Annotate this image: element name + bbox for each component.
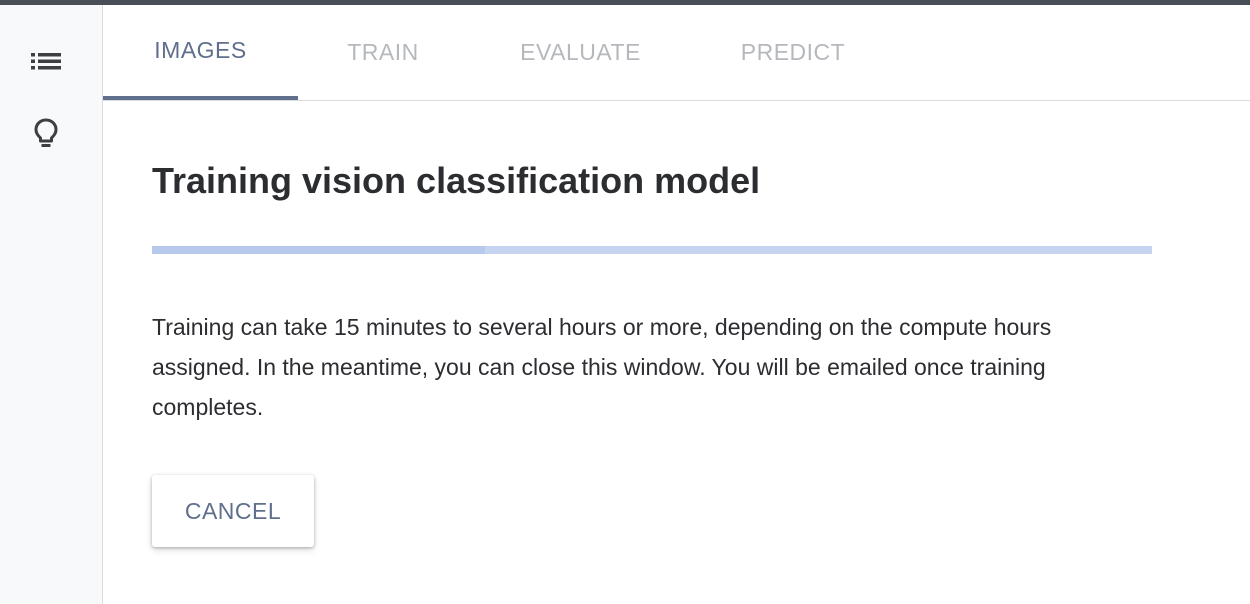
progress-indicator: [152, 246, 485, 254]
list-icon[interactable]: [24, 39, 68, 83]
tab-predict[interactable]: PREDICT: [713, 5, 873, 100]
sidebar: [0, 5, 103, 604]
tab-train[interactable]: TRAIN: [308, 5, 458, 100]
lightbulb-icon[interactable]: [24, 112, 68, 156]
main-panel: IMAGES TRAIN EVALUATE PREDICT Training v…: [103, 5, 1250, 604]
tab-bar: IMAGES TRAIN EVALUATE PREDICT: [103, 5, 1250, 101]
tab-evaluate[interactable]: EVALUATE: [488, 5, 673, 100]
training-progress-bar: [152, 246, 1152, 254]
page-title: Training vision classification model: [152, 160, 761, 201]
tab-images[interactable]: IMAGES: [103, 5, 298, 100]
training-description: Training can take 15 minutes to several …: [152, 314, 1052, 420]
cancel-button[interactable]: CANCEL: [152, 475, 314, 547]
